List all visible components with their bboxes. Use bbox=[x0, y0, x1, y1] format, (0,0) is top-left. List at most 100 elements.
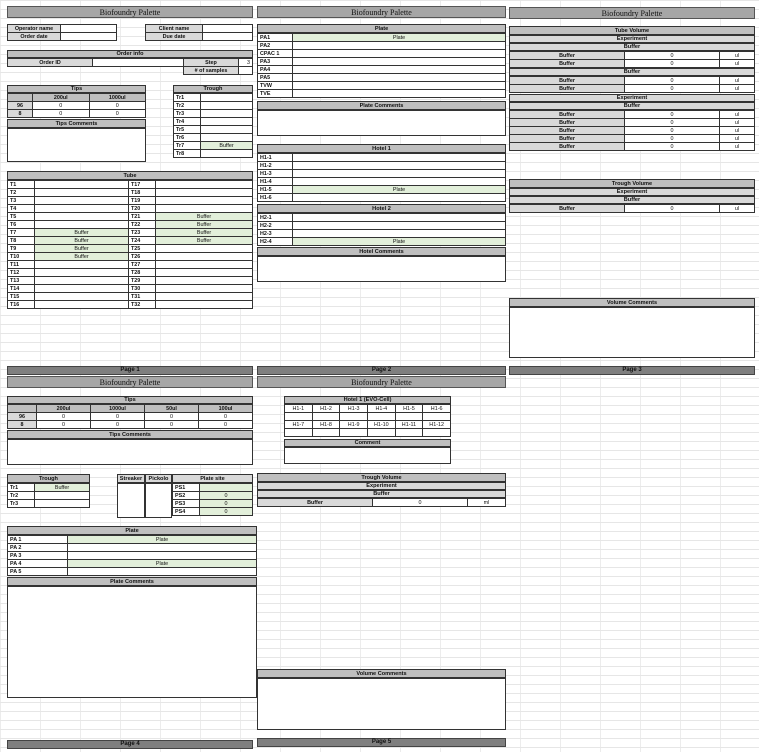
tube-slot-value[interactable] bbox=[34, 284, 129, 293]
tube-slot-value[interactable] bbox=[155, 276, 253, 285]
tube-slot-value[interactable]: Buffer bbox=[155, 236, 253, 245]
tube-slot-value[interactable] bbox=[155, 284, 253, 293]
p4-tips-cell[interactable]: 0 bbox=[90, 420, 145, 429]
tube-slot-value[interactable] bbox=[155, 180, 253, 189]
step-value[interactable]: 3 bbox=[238, 58, 253, 67]
tube-slot-value[interactable] bbox=[155, 188, 253, 197]
trough-slot-value[interactable] bbox=[34, 499, 90, 508]
hotel-slot-value[interactable] bbox=[292, 177, 506, 186]
hotel-slot-value[interactable] bbox=[366, 412, 396, 421]
tube-slot-value[interactable] bbox=[34, 196, 129, 205]
plate-slot-value[interactable] bbox=[67, 551, 257, 560]
volume-value[interactable]: 0 bbox=[624, 118, 720, 127]
volume-value[interactable]: 0 bbox=[624, 134, 720, 143]
due-date-field[interactable] bbox=[202, 32, 253, 41]
plate-slot-value[interactable] bbox=[67, 543, 257, 552]
tube-slot-value[interactable] bbox=[34, 188, 129, 197]
tube-slot-value[interactable] bbox=[155, 196, 253, 205]
streaker-box[interactable] bbox=[117, 483, 145, 518]
tube-slot-value[interactable]: Buffer bbox=[34, 228, 129, 237]
trough-slot-value[interactable] bbox=[200, 149, 253, 158]
tips-cell[interactable]: 0 bbox=[88, 109, 146, 118]
trough-slot-value[interactable] bbox=[200, 93, 253, 102]
tube-slot-value[interactable]: Buffer bbox=[34, 252, 129, 261]
trough-slot-value[interactable]: Buffer bbox=[200, 141, 253, 150]
volume-value[interactable]: 0 bbox=[624, 110, 720, 119]
hotel-slot-value[interactable] bbox=[311, 428, 341, 437]
p4-tips-cell[interactable]: 0 bbox=[36, 420, 91, 429]
hotel-slot-value[interactable] bbox=[422, 428, 451, 437]
order-date-field[interactable] bbox=[60, 32, 117, 41]
p5-comment-box[interactable] bbox=[284, 447, 451, 464]
plate-site-value[interactable]: 0 bbox=[199, 499, 253, 508]
p5-trough-volume-value[interactable]: 0 bbox=[372, 498, 468, 507]
plate-site-value[interactable]: 0 bbox=[199, 507, 253, 516]
hotel-slot-value[interactable] bbox=[292, 213, 506, 222]
volume-value[interactable]: 0 bbox=[624, 51, 720, 60]
hotel-slot-value[interactable] bbox=[339, 428, 368, 437]
hotel-slot-value[interactable] bbox=[339, 412, 368, 421]
volume-value[interactable]: 0 bbox=[624, 126, 720, 135]
tube-slot-value[interactable]: Buffer bbox=[34, 244, 129, 253]
p4-tips-cell[interactable]: 0 bbox=[144, 412, 199, 421]
tube-slot-value[interactable] bbox=[155, 204, 253, 213]
hotel-slot-value[interactable]: Plate bbox=[292, 185, 506, 194]
tube-slot-value[interactable]: Buffer bbox=[155, 220, 253, 229]
hotel-slot-value[interactable] bbox=[394, 428, 424, 437]
tube-slot-value[interactable] bbox=[155, 244, 253, 253]
tube-slot-value[interactable] bbox=[155, 260, 253, 269]
plate-slot-value[interactable]: Plate bbox=[67, 535, 257, 544]
p1-tips-comments-box[interactable] bbox=[7, 128, 146, 162]
page1-label[interactable]: Page 1 bbox=[7, 366, 253, 375]
trough-slot-value[interactable] bbox=[200, 125, 253, 134]
tube-slot-value[interactable]: Buffer bbox=[34, 236, 129, 245]
p4-plate-comments-box[interactable] bbox=[7, 586, 257, 698]
p5-volume-comments-box[interactable] bbox=[257, 678, 506, 730]
p4-tips-cell[interactable]: 0 bbox=[144, 420, 199, 429]
operator-name-field[interactable] bbox=[60, 24, 117, 33]
hotel-slot-value[interactable] bbox=[284, 428, 313, 437]
hotel-slot-value[interactable] bbox=[292, 221, 506, 230]
plate-slot-value[interactable] bbox=[292, 49, 506, 58]
tube-slot-value[interactable] bbox=[155, 268, 253, 277]
p2-plate-comments-box[interactable] bbox=[257, 110, 506, 136]
plate-site-value[interactable]: 0 bbox=[199, 491, 253, 500]
plate-slot-value[interactable] bbox=[292, 81, 506, 90]
plate-slot-value[interactable] bbox=[292, 89, 506, 98]
p2-hotel-comments-box[interactable] bbox=[257, 256, 506, 282]
plate-site-value[interactable] bbox=[199, 483, 253, 492]
hotel-slot-value[interactable] bbox=[422, 412, 451, 421]
page2-label[interactable]: Page 2 bbox=[257, 366, 506, 375]
volume-value[interactable]: 0 bbox=[624, 76, 720, 85]
tube-slot-value[interactable] bbox=[34, 180, 129, 189]
plate-slot-value[interactable] bbox=[292, 65, 506, 74]
tips-cell[interactable]: 0 bbox=[32, 101, 90, 110]
hotel-slot-value[interactable] bbox=[292, 161, 506, 170]
tube-slot-value[interactable] bbox=[34, 276, 129, 285]
hotel-slot-value[interactable]: Plate bbox=[292, 237, 506, 246]
tube-slot-value[interactable] bbox=[34, 292, 129, 301]
plate-slot-value[interactable] bbox=[292, 41, 506, 50]
tube-slot-value[interactable] bbox=[155, 292, 253, 301]
hotel-slot-value[interactable] bbox=[292, 229, 506, 238]
p4-tips-cell[interactable]: 0 bbox=[198, 420, 253, 429]
p4-tips-cell[interactable]: 0 bbox=[90, 412, 145, 421]
hotel-slot-value[interactable] bbox=[284, 412, 313, 421]
page4-label[interactable]: Page 4 bbox=[7, 740, 253, 749]
tips-cell[interactable]: 0 bbox=[88, 101, 146, 110]
trough-slot-value[interactable] bbox=[34, 491, 90, 500]
volume-value[interactable]: 0 bbox=[624, 84, 720, 93]
p4-tips-cell[interactable]: 0 bbox=[36, 412, 91, 421]
trough-slot-value[interactable] bbox=[200, 101, 253, 110]
hotel-slot-value[interactable] bbox=[292, 169, 506, 178]
trough-slot-value[interactable] bbox=[200, 117, 253, 126]
trough-slot-value[interactable]: Buffer bbox=[34, 483, 90, 492]
order-id-field[interactable] bbox=[92, 58, 184, 67]
p4-tips-cell[interactable]: 0 bbox=[198, 412, 253, 421]
trough-slot-value[interactable] bbox=[200, 133, 253, 142]
volume-value[interactable]: 0 bbox=[624, 142, 720, 151]
hotel-slot-value[interactable] bbox=[292, 153, 506, 162]
tube-slot-value[interactable] bbox=[34, 220, 129, 229]
tube-slot-value[interactable] bbox=[34, 260, 129, 269]
trough-slot-value[interactable] bbox=[200, 109, 253, 118]
